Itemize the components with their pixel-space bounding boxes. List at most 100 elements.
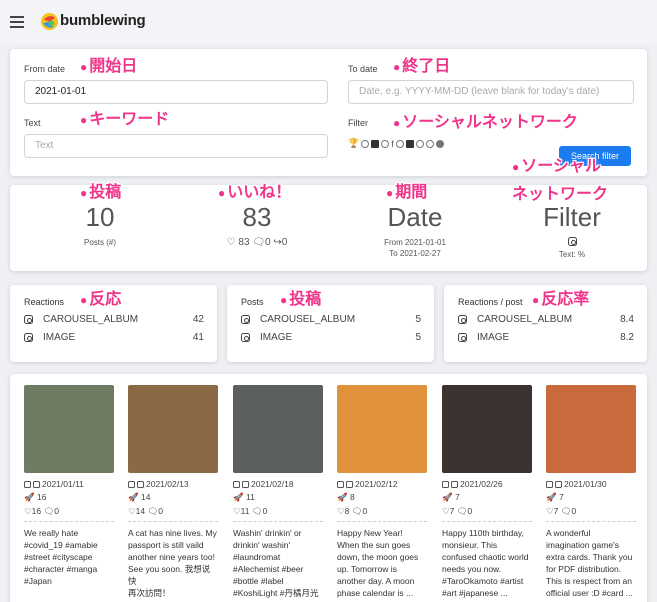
annotation-from-text: 開始日 [89,58,138,75]
post-date: 2021/02/13 [146,479,189,489]
text-input[interactable]: Text [24,134,328,158]
annotation-filter: ● ソーシャルネットワーク [393,114,578,131]
post-engagement-row: ♡8 🗨0 [337,506,427,517]
post-divider [337,521,427,522]
annotation-posts: ● 投稿 [80,184,122,201]
annotation-filter-text: ソーシャルネットワーク [402,114,578,131]
brand-name[interactable]: bumblewing [60,12,146,29]
trophy-icon[interactable]: 🏆 [348,138,359,149]
post-reach: 16 [36,492,47,502]
annotation-text-text: キーワード [89,111,170,128]
instagram-icon[interactable] [405,139,414,148]
instagram-icon [458,315,467,324]
post-divider [233,521,323,522]
post-date-row: 2021/01/11 [24,479,114,489]
reactions-title: Reactions [24,297,65,307]
post-card[interactable]: 2021/02/13 🚀 14 ♡14 🗨0 A cat has nine lives… [128,385,218,602]
rate-title: Reactions / post [458,297,523,307]
post-card[interactable]: 2021/02/18 🚀 11 ♡11 🗨0 Washin' drinkin' or … [233,385,323,599]
post-divider [128,521,218,522]
annotation-text: ● キーワード [80,111,170,128]
stat-likes-breakdown: ♡ 83 🗨0 ↪0 [207,237,307,248]
heart-icon: ♡ [233,506,241,516]
share-icon: ↪ [273,237,282,248]
rate-row: CAROUSEL_ALBUM 8.4 [458,314,634,325]
post-comments: 0 [362,506,368,516]
post-card[interactable]: 2021/01/11 🚀 16 ♡16 🗨0 We really hate #covi… [24,385,114,587]
post-thumbnail[interactable] [128,385,218,473]
radio-icon[interactable] [415,139,424,148]
post-reach-row: 🚀 7 [442,492,532,503]
annotation-rate-text: 反応率 [541,291,590,308]
instagram-icon [458,333,467,342]
instagram-icon [567,237,577,246]
instagram-icon [442,480,449,488]
post-card[interactable]: 2021/02/26 🚀 7 ♡7 🗨0 Happy 110th birthday, … [442,385,532,599]
image-icon [137,480,144,488]
post-thumbnail[interactable] [337,385,427,473]
rocket-icon: 🚀 [337,492,348,502]
annotation-likes: ● いいね！ [218,184,292,201]
heart-icon: ♡ [24,506,32,516]
post-engagement-row: ♡16 🗨0 [24,506,114,517]
stat-shares-count: 0 [281,237,288,248]
post-card[interactable]: 2021/02/12 🚀 8 ♡8 🗨0 Happy New Year! When t… [337,385,427,599]
radio-icon[interactable] [361,139,370,148]
post-reach: 14 [140,492,151,502]
post-divider [24,521,114,522]
post-reach-row: 🚀 8 [337,492,427,503]
comment-icon: 🗨 [252,237,266,248]
rocket-icon: 🚀 [442,492,453,502]
post-caption: We really hate #covid_19 #amabie #street… [24,528,98,586]
stat-likes-count: 83 [238,237,250,248]
to-date-input[interactable]: Date, e.g. YYYY-MM-DD (leave blank for t… [348,80,634,104]
instagram-icon [337,480,344,488]
image-icon [33,480,40,488]
comment-icon: 🗨 [251,506,263,516]
annotation-posts2-text: 投稿 [289,291,322,308]
facebook-icon[interactable] [371,139,380,148]
post-thumbnail[interactable] [233,385,323,473]
post-comments: 0 [158,506,163,516]
post-date-row: 2021/02/18 [233,479,323,489]
post-thumbnail[interactable] [546,385,636,473]
post-card[interactable]: 2021/01/30 🚀 7 ♡7 🗨0 A wonderful imaginatio… [546,385,636,599]
annotation-period: ● 期間 [386,184,428,201]
annotation-filter2b: ネットワーク [512,180,608,204]
instagram-icon [24,315,33,324]
stat-filter-sub: Text: % [512,237,632,260]
heart-icon: ♡ [226,237,236,248]
instagram-small-icon[interactable] [425,139,434,148]
row-value: 5 [415,332,421,343]
instagram-icon [241,333,250,342]
annotation-filter2-line1: ソーシャル [521,158,601,175]
post-engagement-row: ♡7 🗨0 [546,506,636,517]
radio-selected-icon[interactable] [435,139,444,148]
post-comments: 0 [467,506,473,516]
radio-icon[interactable] [395,139,404,148]
instagram-icon [233,480,240,488]
annotation-filter2-line2: ネットワーク [512,186,609,203]
post-reach-row: 🚀 7 [546,492,636,503]
annotation-posts-text: 投稿 [89,184,122,201]
stat-likes-value: 83 [242,202,272,232]
facebook-f-icon[interactable]: f [391,139,394,149]
menu-icon[interactable] [10,16,24,28]
post-thumbnail[interactable] [24,385,114,473]
heart-icon: ♡ [442,506,450,516]
radio-icon[interactable] [381,139,390,148]
post-thumbnail[interactable] [442,385,532,473]
post-likes: 7 [553,506,559,516]
row-name: CAROUSEL_ALBUM [260,314,356,325]
post-reach-row: 🚀 14 [128,492,218,503]
bumblewing-logo-icon [40,12,59,31]
image-icon [555,480,562,488]
post-likes: 8 [344,506,350,516]
annotation-rate: ● 反応率 [532,291,590,308]
stat-comments-count: 0 [265,237,271,248]
stat-date: Date From 2021-01-01 To 2021-02-27 [355,202,475,259]
heart-icon: ♡ [337,506,345,516]
post-date: 2021/01/11 [42,479,84,489]
from-date-input[interactable]: 2021-01-01 [24,80,328,104]
post-comments: 0 [571,506,577,516]
